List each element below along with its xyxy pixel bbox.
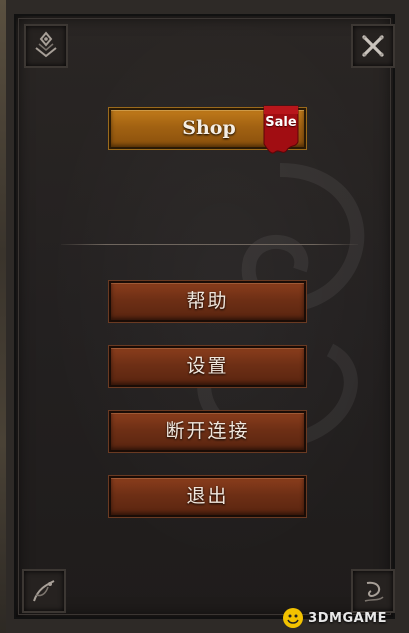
help-button[interactable]: 帮助 — [108, 280, 307, 323]
ornament-icon — [24, 24, 68, 68]
watermark-text: 3DMGAME — [308, 610, 387, 626]
ornament-icon — [22, 569, 66, 613]
watermark: 3DMGAME — [282, 607, 387, 629]
sale-badge: Sale — [261, 104, 301, 156]
settings-button[interactable]: 设置 — [108, 345, 307, 388]
shop-button[interactable]: Shop Sale — [108, 105, 307, 154]
divider — [61, 244, 358, 245]
sale-label: Sale — [265, 115, 297, 130]
close-button[interactable] — [351, 24, 395, 68]
watermark-logo — [283, 608, 304, 628]
disconnect-button[interactable]: 断开连接 — [108, 410, 307, 453]
exit-button[interactable]: 退出 — [108, 475, 307, 518]
panel-edge — [0, 0, 6, 633]
close-icon — [362, 35, 384, 57]
